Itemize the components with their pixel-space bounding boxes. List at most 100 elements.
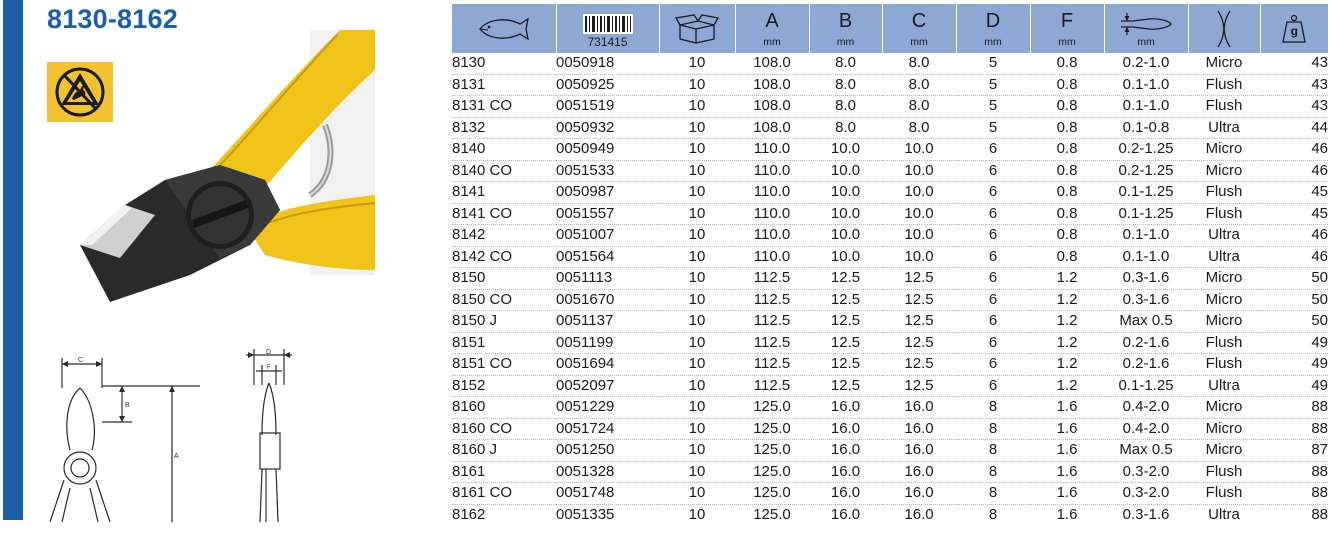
cell-code: 0051533 <box>556 160 659 182</box>
cell-model: 8142 CO <box>452 246 556 268</box>
cell-cutting-edge: Micro <box>1188 53 1260 75</box>
header-pack <box>659 4 736 53</box>
cell-dim-f: 1.2 <box>1030 332 1104 354</box>
cell-model: 8150 J <box>452 310 556 333</box>
cell-dim-c: 8.0 <box>882 95 956 118</box>
cell-pack: 10 <box>659 53 735 75</box>
cell-model: 8130 <box>452 53 556 75</box>
cell-dim-c: 8.0 <box>882 53 956 75</box>
cell-cutting-edge: Micro <box>1188 310 1260 333</box>
cell-dim-a: 125.0 <box>735 439 809 462</box>
table-row: 8140 CO 0051533 10 110.0 10.0 10.0 6 0.8 0.2-1.2… <box>452 160 1328 182</box>
barcode-icon <box>582 14 633 34</box>
cell-weight: 88 <box>1311 505 1328 523</box>
cell-dim-c: 8.0 <box>882 74 956 96</box>
cell-capacity: 0.2-1.6 <box>1104 353 1188 376</box>
cell-dim-b: 10.0 <box>809 203 882 225</box>
svg-text:C: C <box>78 357 83 364</box>
cell-code: 0050925 <box>556 74 659 96</box>
cell-dim-a: 112.5 <box>735 353 809 376</box>
cell-dim-f: 1.2 <box>1030 310 1104 333</box>
cell-capacity: 0.1-1.25 <box>1104 181 1188 204</box>
cell-pack: 10 <box>659 439 735 462</box>
header-dim-b: B mm <box>809 4 883 53</box>
cell-weight: 50 <box>1260 289 1328 311</box>
cell-dim-c: 12.5 <box>882 267 956 290</box>
cell-model: 8161 CO <box>452 482 556 505</box>
header-weight: g <box>1260 4 1328 53</box>
table-row: 8140 0050949 10 110.0 10.0 10.0 6 0.8 0.2-1.25 Mi… <box>452 138 1328 161</box>
cell-code: 0051724 <box>556 418 659 440</box>
cell-dim-d: 8 <box>956 461 1030 483</box>
cell-dim-a: 110.0 <box>735 181 809 204</box>
cell-dim-d: 8 <box>956 439 1030 462</box>
cell-dim-c: 12.5 <box>882 353 956 376</box>
table-row: 8141 0050987 10 110.0 10.0 10.0 6 0.8 0.1-1.25 Fl… <box>452 181 1328 204</box>
cell-dim-b: 16.0 <box>809 396 882 419</box>
cell-dim-f: 1.6 <box>1030 461 1104 483</box>
cell-dim-c: 16.0 <box>882 396 956 419</box>
cell-code: 0051199 <box>556 332 659 354</box>
cell-dim-d: 8 <box>988 505 998 523</box>
cell-capacity: Max 0.5 <box>1104 310 1188 333</box>
cell-dim-a: 125.0 <box>735 396 809 419</box>
cell-dim-a: 112.5 <box>735 267 809 290</box>
cell-model: 8151 <box>452 332 556 354</box>
cell-capacity: 0.4-2.0 <box>1104 418 1188 440</box>
svg-text:F: F <box>267 365 271 371</box>
header-capacity: mm <box>1104 4 1189 53</box>
table-row: 8162 0051335 10 125.0 16.0 16.0 8 1.6 0.3-1.6 Ult… <box>452 504 1328 525</box>
cell-dim-f: 0.8 <box>1030 117 1104 139</box>
cell-model: 8141 CO <box>452 203 556 225</box>
cell-weight: 50 <box>1260 267 1328 290</box>
cell-dim-d: 6 <box>956 246 1030 268</box>
cell-capacity: 0.1-1.0 <box>1104 246 1188 268</box>
cell-code: 0052097 <box>556 375 659 397</box>
cell-cutting-edge: Ultra <box>1188 117 1260 139</box>
table-row: 8142 CO 0051564 10 110.0 10.0 10.0 6 0.8 0.1-1.0… <box>452 246 1328 268</box>
cell-pack: 10 <box>659 181 735 204</box>
cell-pack: 10 <box>659 203 735 225</box>
cell-pack: 10 <box>688 505 706 523</box>
cell-dim-c: 10.0 <box>882 246 956 268</box>
cell-model: 8161 <box>452 461 556 483</box>
cell-code: 0051137 <box>556 310 659 333</box>
table-header-row: 731415 A mm B mm C mm D mm F mm mm g <box>452 4 1328 53</box>
cell-dim-a: 110.0 <box>735 160 809 182</box>
cell-dim-c: 10.0 <box>882 160 956 182</box>
cell-weight: 46 <box>1260 246 1328 268</box>
cell-dim-b: 12.5 <box>809 353 882 376</box>
cell-code: 0050987 <box>556 181 659 204</box>
cell-dim-b: 12.5 <box>809 310 882 333</box>
cell-dim-f: 1.6 <box>1030 439 1104 462</box>
cell-dim-b: 16.0 <box>809 418 882 440</box>
specification-table-body: 8130 0050918 10 108.0 8.0 8.0 5 0.8 0.2-1.0 Micro… <box>452 53 1328 525</box>
cell-cutting-edge: Flush <box>1188 74 1260 96</box>
cell-capacity: 0.1-1.0 <box>1104 74 1188 96</box>
cell-cutting-edge: Micro <box>1188 396 1260 419</box>
cell-capacity: Max 0.5 <box>1104 439 1188 462</box>
cell-code: 0051670 <box>556 289 659 311</box>
cell-model: 8131 CO <box>452 95 556 118</box>
cell-dim-c: 10.0 <box>882 138 956 161</box>
cell-dim-d: 6 <box>956 375 1030 397</box>
cell-weight: 44 <box>1260 117 1328 139</box>
table-row: 8150 J 0051137 10 112.5 12.5 12.5 6 1.2 Max 0.5 M… <box>452 310 1328 333</box>
cell-code: 0051007 <box>556 224 659 247</box>
cell-dim-f: 1.2 <box>1030 375 1104 397</box>
dimension-diagram-front: D F <box>232 345 312 522</box>
cell-weight: 43 <box>1260 74 1328 96</box>
dimension-diagram-side: C B A <box>40 350 200 522</box>
cell-weight: 88 <box>1260 461 1328 483</box>
cell-code: 0050918 <box>556 53 659 75</box>
cell-capacity: 0.2-1.25 <box>1104 160 1188 182</box>
cell-model: 8140 <box>452 138 556 161</box>
cell-dim-d: 6 <box>956 138 1030 161</box>
cell-weight: 46 <box>1260 224 1328 247</box>
svg-text:B: B <box>125 402 130 409</box>
cell-cutting-edge: Flush <box>1188 461 1260 483</box>
brand-side-bar <box>3 0 23 520</box>
cell-pack: 10 <box>659 160 735 182</box>
cell-dim-c: 12.5 <box>882 289 956 311</box>
cell-model: 8152 <box>452 375 556 397</box>
